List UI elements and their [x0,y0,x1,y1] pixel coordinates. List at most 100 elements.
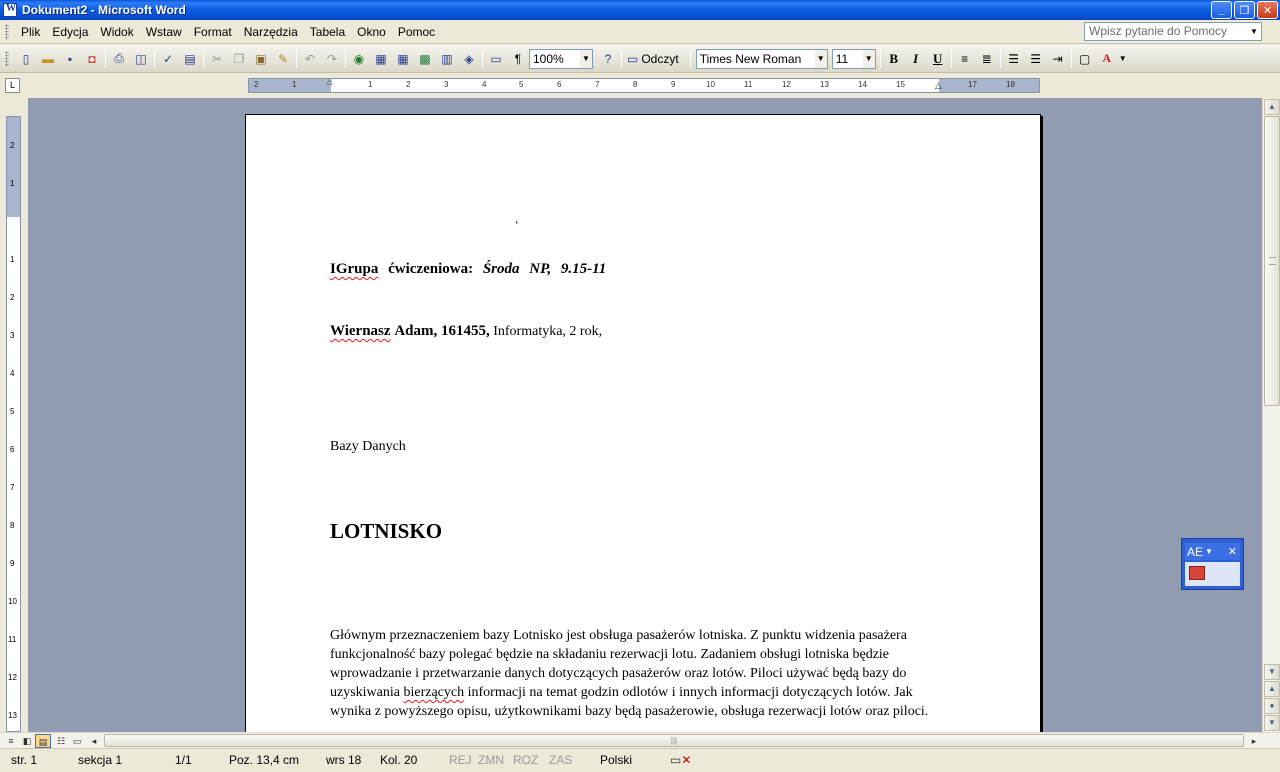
document-workspace[interactable]: ‘ IGrupa ćwiczeniowa: Środa NP, 9.15-11 … [28,98,1262,732]
print-preview-icon[interactable]: ◫ [130,48,152,70]
language-dropdown-icon[interactable]: ▼ [1205,547,1213,556]
outline-view-icon[interactable]: ☷ [53,734,69,748]
copy-icon[interactable]: ❐ [228,48,250,70]
normal-view-icon[interactable]: ≡ [3,734,19,748]
vertical-scrollbar[interactable]: ▲ ▼ ▲ ● ▼ [1262,98,1280,732]
menu-edycja[interactable]: Edycja [46,22,94,42]
toolbar-options-icon[interactable]: ▼ [1118,48,1128,70]
read-mode-label: Odczyt [641,51,679,66]
language-bar-close-icon[interactable]: ✕ [1228,545,1237,558]
help-dropdown-icon[interactable]: ▼ [1247,23,1261,40]
zoom-select[interactable]: 100% ▼ [529,48,593,69]
document-map-icon[interactable]: ▭ [485,48,507,70]
font-name-select[interactable]: Times New Roman ▼ [695,48,828,69]
right-indent-marker-icon[interactable]: △ [935,80,942,91]
language-bar[interactable]: AE ▼ ✕ [1181,538,1244,590]
menu-grip[interactable] [5,23,9,40]
close-button[interactable]: ✕ [1257,1,1278,19]
open-folder-icon[interactable]: ▬ [37,48,59,70]
numbering-icon[interactable]: ☰ [1003,48,1025,70]
ruler-label: 12 [782,80,791,89]
exercise-word: ćwiczeniowa: [388,261,474,277]
tables-borders-icon[interactable]: ▦ [370,48,392,70]
format-painter-icon[interactable]: ✎ [272,48,294,70]
cut-icon[interactable]: ✂ [206,48,228,70]
document-page[interactable]: ‘ IGrupa ćwiczeniowa: Środa NP, 9.15-11 … [245,114,1041,732]
browse-object-icon[interactable]: ● [1264,698,1280,714]
spelling-status-icon[interactable]: ▭✕ [670,753,691,767]
status-extend[interactable]: ROZ [513,753,538,767]
font-color-icon[interactable]: A [1096,48,1118,70]
hyperlink-icon[interactable]: ◉ [348,48,370,70]
help-icon[interactable]: ? [597,48,619,70]
status-overtype[interactable]: ZAS [549,753,572,767]
minimize-button[interactable]: _ [1211,1,1232,19]
horizontal-scrollbar[interactable]: ≡ ◧ ▤ ☷ ▭ ◂ ||| ▸ [0,732,1280,748]
scroll-up-icon[interactable]: ▲ [1264,99,1280,115]
align-left-icon[interactable]: ≡ [954,48,976,70]
ruler-label: 18 [1006,80,1015,89]
font-size-dropdown-icon[interactable]: ▼ [862,49,875,68]
status-language[interactable]: Polski [600,753,632,767]
vertical-scroll-thumb[interactable] [1264,116,1280,406]
italic-button[interactable]: I [905,48,927,70]
menu-plik[interactable]: Plik [15,22,46,42]
bold-button[interactable]: B [883,48,905,70]
status-track[interactable]: ZMN [478,753,504,767]
menu-format[interactable]: Format [188,22,238,42]
redo-icon[interactable]: ↷ [321,48,343,70]
read-mode-button[interactable]: ▭ Odczyt [624,48,682,70]
bullets-icon[interactable]: ☰ [1025,48,1047,70]
status-rec[interactable]: REJ [449,753,472,767]
ime-icon[interactable] [1189,566,1205,580]
menu-wstaw[interactable]: Wstaw [140,22,188,42]
menu-narzedzia[interactable]: Narzędzia [238,22,304,42]
print-layout-icon[interactable]: ▤ [35,734,51,748]
word-app-icon[interactable] [3,3,17,17]
scroll-right-icon[interactable]: ▸ [1246,734,1262,748]
undo-icon[interactable]: ↶ [299,48,321,70]
borders-icon[interactable]: ▢ [1074,48,1096,70]
scroll-down-icon[interactable]: ▼ [1264,664,1280,680]
stray-mark: ‘ [515,219,519,231]
vertical-ruler[interactable]: 2 1 1 2 3 4 5 6 7 8 9 10 11 12 13 [6,116,21,732]
justify-icon[interactable]: ≣ [976,48,998,70]
menu-okno[interactable]: Okno [351,22,392,42]
tab-selector[interactable]: L [5,78,20,93]
new-document-icon[interactable]: ▯ [15,48,37,70]
zoom-dropdown-icon[interactable]: ▼ [580,49,592,68]
scroll-left-icon[interactable]: ◂ [86,734,102,748]
columns-icon[interactable]: ▥ [436,48,458,70]
next-page-icon[interactable]: ▼ [1264,715,1280,731]
indent-marker-icon[interactable]: ⌂ [327,77,333,88]
spelling-icon[interactable]: ✓ [157,48,179,70]
font-name-dropdown-icon[interactable]: ▼ [814,49,827,68]
show-formatting-icon[interactable]: ¶ [507,48,529,70]
save-icon[interactable]: ▪ [59,48,81,70]
menu-tabela[interactable]: Tabela [304,22,351,42]
vruler-label: 2 [10,141,15,150]
paste-icon[interactable]: ▣ [250,48,272,70]
language-indicator[interactable]: AE [1187,545,1203,559]
ruler-label: 4 [482,80,487,89]
web-view-icon[interactable]: ◧ [19,734,35,748]
horizontal-scroll-thumb[interactable]: ||| [104,734,1244,747]
restore-button[interactable]: ❐ [1234,1,1255,19]
menu-pomoc[interactable]: Pomoc [392,22,441,42]
underline-button[interactable]: U [927,48,949,70]
menu-widok[interactable]: Widok [94,22,139,42]
indent-icon[interactable]: ⇥ [1047,48,1069,70]
research-icon[interactable]: ▤ [179,48,201,70]
font-size-select[interactable]: 11 ▼ [831,48,876,69]
print-icon[interactable]: ⎙ [108,48,130,70]
ruler-label: 6 [557,80,562,89]
horizontal-ruler[interactable]: 2 1 ⌂ 1 1 2 3 4 5 6 7 8 9 10 11 12 13 14… [248,77,1040,93]
help-search-input[interactable]: Wpisz pytanie do Pomocy ▼ [1084,22,1262,41]
insert-table-icon[interactable]: ▦ [392,48,414,70]
toolbar-grip[interactable] [5,50,9,67]
drawing-icon[interactable]: ◈ [458,48,480,70]
insert-excel-icon[interactable]: ▩ [414,48,436,70]
reading-view-icon[interactable]: ▭ [69,734,85,748]
prev-page-icon[interactable]: ▲ [1264,681,1280,697]
permission-icon[interactable]: ◘ [81,48,103,70]
